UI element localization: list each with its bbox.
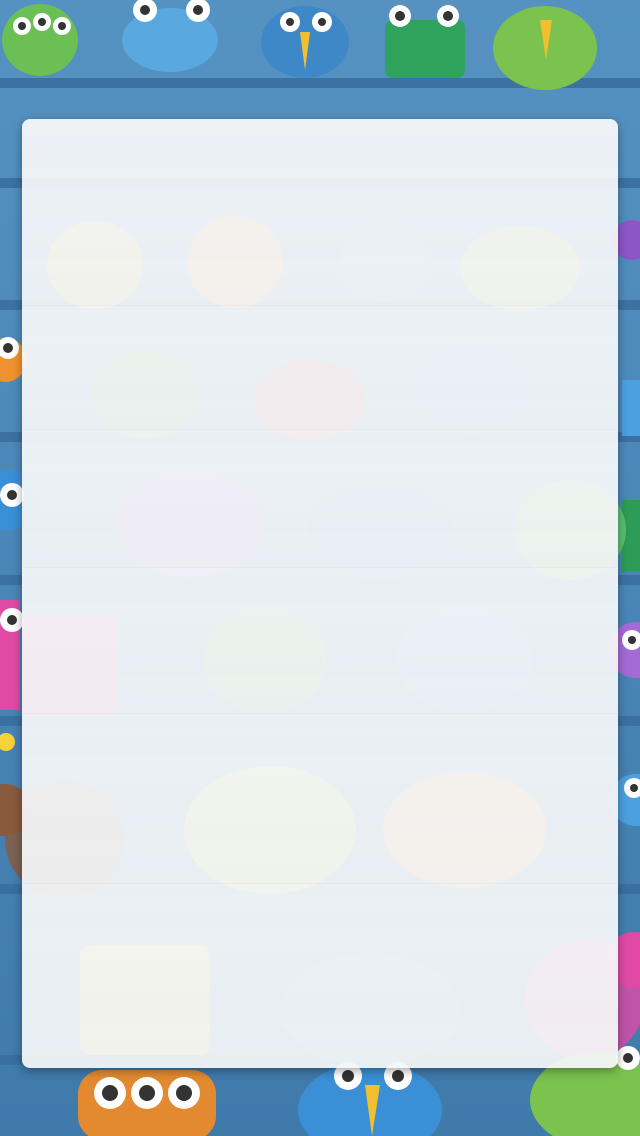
list-row [22,883,618,1068]
monster-top-lime-bird [493,6,597,90]
list-row [22,119,618,306]
list-row [22,713,618,884]
monster-top-blue [122,0,218,72]
monster-bottom-orange [78,1070,216,1136]
list-row [22,305,618,430]
monster-top-green [2,4,78,76]
empty-list-panel [22,119,618,1068]
list-row [22,567,618,714]
list-row [22,429,618,568]
monster-top-bird [261,6,349,78]
app-screen [0,0,640,1136]
